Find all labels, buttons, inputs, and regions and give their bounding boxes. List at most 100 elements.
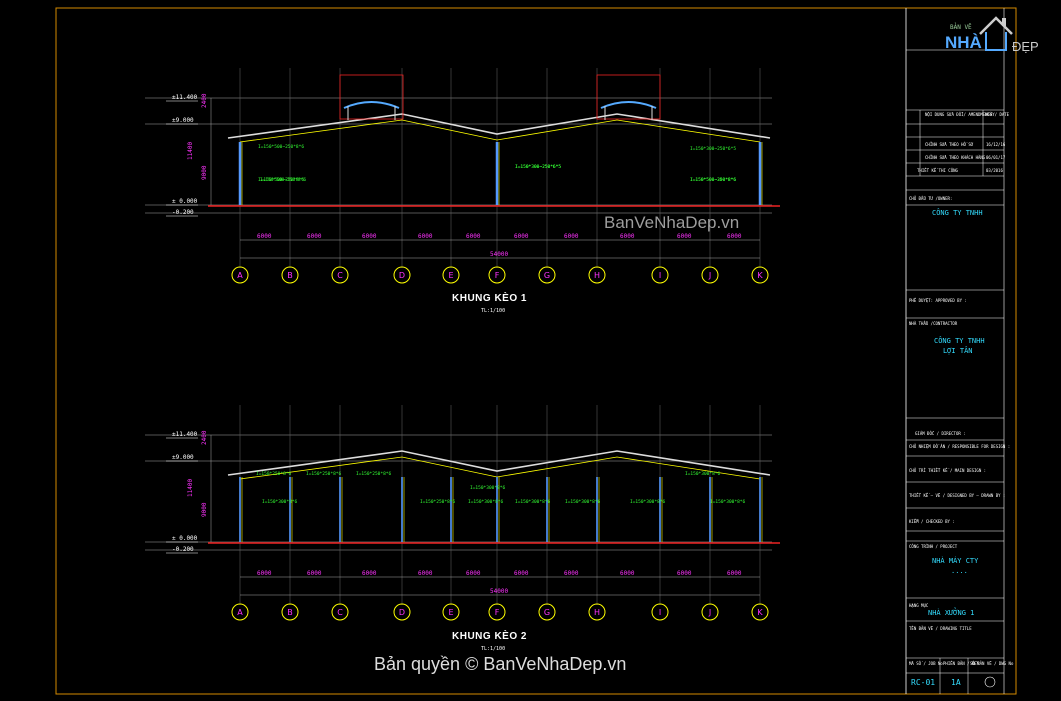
vertical-dim-text: 2400	[201, 93, 208, 108]
project-sub: ....	[951, 567, 968, 575]
frame-title-1: KHUNG KÈO 1	[452, 293, 527, 304]
approved-label: PHÊ DUYỆT: APPROVED BY :	[909, 298, 967, 303]
frame-scale-1: TL:1/100	[481, 308, 506, 314]
axis-label: D	[399, 608, 405, 617]
axis-label: F	[495, 608, 500, 617]
axis-label: E	[448, 608, 453, 617]
member-label: I=150*300*8*6	[630, 499, 666, 505]
owner-label: CHỦ ĐẦU TƯ /OWNER:	[909, 196, 953, 201]
level-text: ±9.000	[172, 454, 194, 461]
item-label: HẠNG MỤC	[909, 603, 929, 608]
checked-label: KIỂM / CHECKED BY :	[909, 519, 955, 524]
rev-head: NỘI DUNG SỬA ĐỔI/ AMENDMENTS	[925, 112, 993, 117]
span-dim-text: 6000	[307, 570, 322, 577]
axis-label: C	[337, 271, 343, 280]
sheet-border	[55, 7, 1017, 695]
job-no-head: MÃ SỐ / JOB No	[909, 661, 943, 666]
axis-label: I	[659, 271, 661, 280]
level-text: ±11.400	[172, 431, 198, 438]
span-dim-text: 6000	[307, 233, 322, 240]
watermark-mid: BanVeNhaDep.vn	[604, 213, 740, 232]
frame-scale-2: TL:1/100	[481, 646, 506, 652]
roof-bottom-chord	[239, 119, 761, 143]
axis-label: G	[544, 608, 550, 617]
span-dim-text: 6000	[362, 233, 377, 240]
logo-text-big: NHÀ	[945, 33, 982, 52]
member-label: I=150*300~250*6*5	[515, 164, 561, 170]
level-text: ± 0.000	[172, 535, 198, 542]
axis-label: J	[708, 271, 711, 280]
member-label: I=150*250*8*6	[306, 471, 342, 477]
logo-text-dep: ĐẸP	[1012, 39, 1039, 54]
span-dim-text: 6000	[257, 570, 272, 577]
director-label: GIÁM ĐỐC / DIRECTOR :	[915, 431, 966, 436]
member-label: I=150*300*8*6	[685, 471, 721, 477]
axis-label: K	[757, 608, 763, 617]
member-label: I=150*300*8*6	[468, 499, 504, 505]
member-label: I=150*500~250*8*6	[258, 144, 304, 150]
member-label: I=150*300*8*6	[710, 499, 746, 505]
roof-monitor-arch	[343, 101, 400, 109]
roof-top-chord	[227, 113, 771, 139]
logo-text-small: BẢN VẼ	[950, 24, 972, 31]
rev-row-1: CHỈNH SỬA THEO HỒ SƠ	[925, 142, 974, 147]
roof-monitor-frame	[596, 74, 661, 120]
roof-monitor-frame	[339, 74, 404, 120]
span-dim-text: 6000	[362, 570, 377, 577]
rev-row-3-date: 03/2016	[986, 168, 1003, 173]
watermark-bottom: Bản quyền © BanVeNhaDep.vn	[374, 654, 627, 674]
dwg-no-head: SỐ BẢN VẼ / DWG No	[970, 661, 1014, 666]
axis-label: F	[495, 271, 500, 280]
drawing-title-label: TÊN BẢN VẼ / DRAWING TITLE	[909, 626, 972, 631]
axis-label: K	[757, 271, 763, 280]
axis-label: C	[337, 608, 343, 617]
member-label: I=150*300*8*6	[515, 499, 551, 505]
frame-1: I=150*500~250*8*6 I=150*500~250*8*6 I=150*…	[145, 68, 780, 284]
drawn-label: THIẾT KẾ – VẼ / DESIGNED BY – DRAWN BY :	[909, 493, 1006, 498]
member-label: I=150*250*8*6	[256, 471, 292, 477]
axis-label: I	[659, 608, 661, 617]
rev-row-3: THIẾT KẾ THI CÔNG	[917, 168, 958, 173]
level-text: -0.200	[172, 546, 194, 553]
contractor-name-1: CÔNG TY TNHH	[934, 337, 985, 345]
rev-row-2: CHỈNH SỬA THEO KHÁCH HÀNG	[925, 155, 986, 160]
item-name: NHÀ XƯỞNG 1	[928, 609, 975, 617]
responsible-label: CHỦ NHIỆM ĐỒ ÁN / RESPONSIBLE FOR DESIGN…	[909, 444, 1011, 449]
vertical-dim-text: 11400	[187, 479, 194, 497]
member-label: I=150*500~300*8*6	[690, 177, 736, 183]
frame-title-2: KHUNG KÈO 2	[452, 631, 527, 642]
span-dim-text: 6000	[514, 570, 529, 577]
axis-label: J	[708, 608, 711, 617]
span-dim-text: 6000	[677, 570, 692, 577]
member-label: I=150*300*8*6	[565, 499, 601, 505]
member-label: I=150*250*8*6	[356, 471, 392, 477]
level-text: -0.200	[172, 209, 194, 216]
vertical-dim-text: 9000	[201, 502, 208, 517]
sheet-rev: 1A	[951, 678, 961, 687]
main-design-label: CHỦ TRÌ THIẾT KẾ / MAIN DESIGN :	[909, 468, 987, 473]
north-icon	[984, 676, 996, 688]
cad-drawing: I=150*500~250*8*6 I=150*500~250*8*6 I=150*…	[55, 7, 1017, 695]
axis-label: G	[544, 271, 550, 280]
level-text: ±9.000	[172, 117, 194, 124]
axis-label: H	[594, 608, 600, 617]
total-dim-text: 54000	[490, 588, 508, 595]
span-dim-text: 6000	[257, 233, 272, 240]
vertical-dim-text: 9000	[201, 165, 208, 180]
member-label: I=150*300*8*6	[470, 485, 506, 491]
span-dim-text: 6000	[727, 570, 742, 577]
span-dim-text: 6000	[514, 233, 529, 240]
project-label: CÔNG TRÌNH / PROJECT	[909, 544, 958, 549]
axis-label: B	[287, 271, 293, 280]
vertical-dim-text: 2400	[201, 430, 208, 445]
contractor-name-2: LỢI TÂN	[943, 347, 973, 355]
axis-label: B	[287, 608, 293, 617]
axis-label: E	[448, 271, 453, 280]
vertical-dim-text: 11400	[187, 142, 194, 160]
sheet-number: RC-01	[911, 678, 936, 687]
span-dim-text: 6000	[620, 570, 635, 577]
span-dim-text: 6000	[620, 233, 635, 240]
contractor-label: NHÀ THẦU /CONTRACTOR	[909, 321, 958, 326]
project-name: NHÀ MÁY CTY	[932, 557, 979, 565]
axis-label: H	[594, 271, 600, 280]
